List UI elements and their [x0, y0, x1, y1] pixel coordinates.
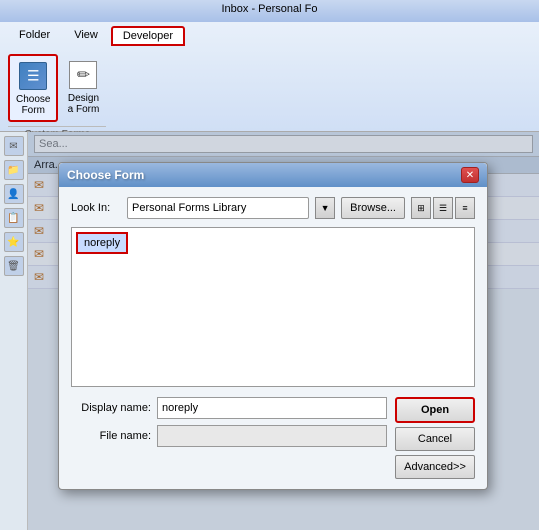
display-name-label: Display name: [71, 402, 151, 414]
advanced-button[interactable]: Advanced>> [395, 455, 475, 479]
look-in-select[interactable]: Personal Forms Library [127, 197, 309, 219]
choose-form-dialog: Choose Form ✕ Look In: Personal Forms Li… [58, 162, 488, 490]
sidebar-icon-mail[interactable]: ✉ [4, 136, 24, 156]
view-list-button[interactable]: ☰ [433, 197, 453, 219]
cancel-button[interactable]: Cancel [395, 427, 475, 451]
choose-form-icon [17, 60, 49, 92]
sidebar-icon-starred[interactable]: ⭐ [4, 232, 24, 252]
dialog-titlebar: Choose Form ✕ [59, 163, 487, 187]
view-details-button[interactable]: ≡ [455, 197, 475, 219]
design-form-label: Designa Form [68, 93, 100, 115]
display-name-row: Display name: [71, 397, 387, 419]
sidebar: ✉ 📁 👤 📋 ⭐ 🗑 [0, 132, 28, 530]
sidebar-icon-contacts[interactable]: 👤 [4, 184, 24, 204]
sidebar-icon-tasks[interactable]: 📋 [4, 208, 24, 228]
design-form-button[interactable]: Designa Form [60, 54, 106, 122]
file-name-input[interactable] [157, 425, 387, 447]
view-large-icon-button[interactable]: ⊞ [411, 197, 431, 219]
tab-view[interactable]: View [63, 26, 109, 46]
design-form-icon [67, 59, 99, 91]
look-in-label: Look In: [71, 202, 121, 214]
form-item-noreply[interactable]: noreply [76, 232, 128, 254]
choose-form-label: ChooseForm [16, 94, 50, 116]
ribbon: Folder View Developer ChooseForm Designa… [0, 22, 539, 132]
sidebar-icon-folder[interactable]: 📁 [4, 160, 24, 180]
open-button[interactable]: Open [395, 397, 475, 423]
forms-list[interactable]: noreply [71, 227, 475, 387]
title-bar: Inbox - Personal Fo [0, 0, 539, 22]
content-area: Arra... ✉ ✉ ✉ ✉ ✉ [28, 132, 539, 530]
look-in-row: Look In: Personal Forms Library ▼ Browse… [71, 197, 475, 219]
file-name-label: File name: [71, 430, 151, 442]
dialog-close-button[interactable]: ✕ [461, 167, 479, 183]
dialog-body: Look In: Personal Forms Library ▼ Browse… [59, 187, 487, 489]
fields-and-buttons: Display name: File name: Open Cancel [71, 397, 475, 479]
dialog-title: Choose Form [67, 168, 144, 182]
file-name-row: File name: [71, 425, 387, 447]
display-name-input[interactable] [157, 397, 387, 419]
choose-form-button[interactable]: ChooseForm [8, 54, 58, 122]
dialog-action-buttons: Open Cancel Advanced>> [395, 397, 475, 479]
modal-overlay: Choose Form ✕ Look In: Personal Forms Li… [28, 132, 539, 530]
sidebar-icon-trash[interactable]: 🗑 [4, 256, 24, 276]
window-title: Inbox - Personal Fo [222, 3, 318, 15]
main-area: ✉ 📁 👤 📋 ⭐ 🗑 Arra... ✉ ✉ ✉ [0, 132, 539, 530]
tab-developer[interactable]: Developer [111, 26, 185, 46]
look-in-dropdown-button[interactable]: ▼ [315, 197, 335, 219]
browse-button[interactable]: Browse... [341, 197, 405, 219]
ribbon-group-custom-forms: ChooseForm Designa Form Custom Forms [8, 54, 106, 140]
fields-col: Display name: File name: [71, 397, 387, 479]
tab-folder[interactable]: Folder [8, 26, 61, 46]
view-buttons: ⊞ ☰ ≡ [411, 197, 475, 219]
ribbon-content: ChooseForm Designa Form Custom Forms [8, 50, 531, 144]
ribbon-buttons: ChooseForm Designa Form [8, 54, 106, 122]
ribbon-tabs: Folder View Developer [8, 26, 531, 46]
